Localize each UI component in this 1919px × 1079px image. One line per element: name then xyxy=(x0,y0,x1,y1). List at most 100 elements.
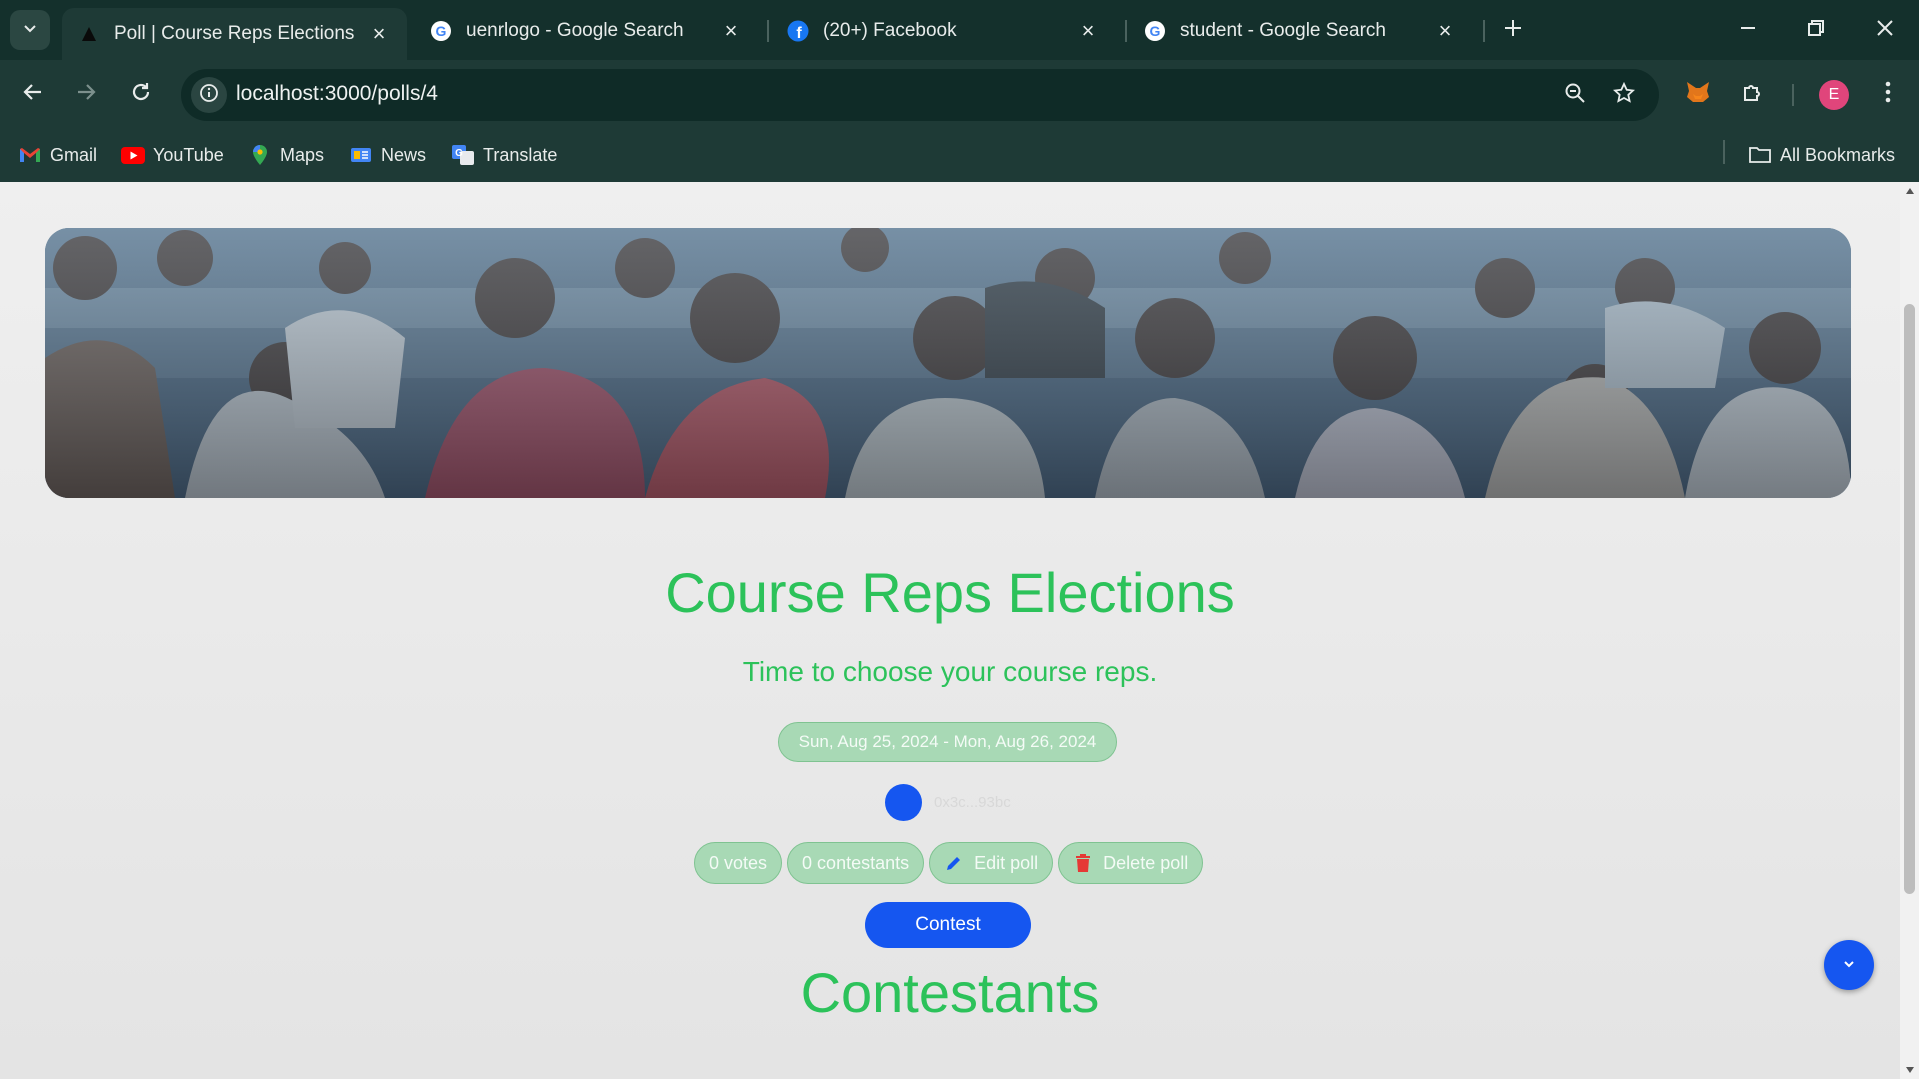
all-bookmarks-button[interactable]: All Bookmarks xyxy=(1748,140,1895,170)
pencil-icon xyxy=(944,853,964,873)
delete-poll-button[interactable]: Delete poll xyxy=(1058,842,1204,884)
toolbar-divider xyxy=(1792,84,1794,106)
browser-toolbar: localhost:3000/polls/4 E xyxy=(0,60,1919,128)
tab-student-search[interactable]: G student - Google Search × xyxy=(1128,8,1473,54)
youtube-icon xyxy=(121,145,145,165)
arrow-left-icon xyxy=(22,81,44,108)
tab-uenrlogo-search[interactable]: G uenrlogo - Google Search × xyxy=(414,8,759,54)
tab-title: Poll | Course Reps Elections xyxy=(114,23,355,44)
votes-badge: 0 votes xyxy=(694,842,783,884)
contestants-count: 0 contestants xyxy=(802,852,910,873)
forward-button[interactable] xyxy=(66,74,106,114)
contestants-badge: 0 contestants xyxy=(787,842,925,884)
bookmark-star-button[interactable] xyxy=(1608,79,1640,111)
tab-facebook[interactable]: f (20+) Facebook × xyxy=(771,8,1116,54)
site-info-button[interactable] xyxy=(191,77,227,113)
restore-icon xyxy=(1807,19,1825,42)
poll-banner-image xyxy=(45,228,1851,498)
tab-title: (20+) Facebook xyxy=(823,20,957,41)
page-scrollbar[interactable] xyxy=(1900,182,1919,1079)
owner-avatar xyxy=(885,784,922,821)
tab-strip: Poll | Course Reps Elections × G uenrlog… xyxy=(0,0,1919,60)
scroll-up-arrow-icon[interactable] xyxy=(1904,186,1915,196)
bookmark-label: Translate xyxy=(483,144,558,165)
bookmark-label: YouTube xyxy=(153,144,224,165)
trash-icon xyxy=(1073,853,1093,873)
all-bookmarks-label: All Bookmarks xyxy=(1780,144,1896,165)
scroll-down-button[interactable] xyxy=(1824,940,1874,990)
chevron-down-icon xyxy=(1842,956,1856,974)
back-button[interactable] xyxy=(13,74,53,114)
address-bar[interactable]: localhost:3000/polls/4 xyxy=(181,69,1659,121)
bookmark-youtube[interactable]: YouTube xyxy=(121,140,224,170)
close-icon[interactable]: × xyxy=(1076,18,1100,43)
browser-menu-button[interactable] xyxy=(1868,74,1908,114)
bookmark-label: Maps xyxy=(280,144,325,165)
reload-icon xyxy=(130,81,152,108)
metamask-fox-icon xyxy=(1685,80,1711,109)
close-window-button[interactable] xyxy=(1851,0,1919,60)
google-icon: G xyxy=(430,20,452,42)
extensions-button[interactable] xyxy=(1733,74,1773,114)
triangle-icon xyxy=(78,23,100,45)
votes-count: 0 votes xyxy=(709,852,768,873)
minimize-button[interactable] xyxy=(1714,0,1782,60)
bookmarks-separator xyxy=(1723,140,1725,164)
tab-search-button[interactable] xyxy=(10,10,50,50)
google-icon: G xyxy=(1144,20,1166,42)
reload-button[interactable] xyxy=(121,74,161,114)
crowd-photo-illustration xyxy=(45,228,1851,498)
plus-icon xyxy=(1503,18,1523,43)
poll-dates-badge: Sun, Aug 25, 2024 - Mon, Aug 26, 2024 xyxy=(778,722,1117,762)
bookmark-label: Gmail xyxy=(50,144,98,165)
poll-owner: 0x3c...93bc xyxy=(885,784,1011,821)
metamask-extension-button[interactable] xyxy=(1678,74,1718,114)
browser-chrome: Poll | Course Reps Elections × G uenrlog… xyxy=(0,0,1919,182)
tab-separator xyxy=(1125,20,1127,42)
folder-icon xyxy=(1748,145,1772,165)
zoom-button[interactable] xyxy=(1559,79,1591,111)
bookmark-translate[interactable]: G Translate xyxy=(451,140,557,170)
scroll-down-arrow-icon[interactable] xyxy=(1904,1065,1915,1075)
facebook-icon: f xyxy=(787,20,809,42)
minimize-icon xyxy=(1739,19,1757,42)
profile-avatar[interactable]: E xyxy=(1819,80,1849,110)
svg-text:G: G xyxy=(436,23,447,39)
poll-title: Course Reps Elections xyxy=(665,561,1235,624)
tab-separator xyxy=(767,20,769,42)
arrow-right-icon xyxy=(75,81,97,108)
poll-stats-row: 0 votes 0 contestants Edit poll Delete p… xyxy=(694,842,1208,884)
scrollbar-thumb[interactable] xyxy=(1904,304,1915,894)
bookmarks-bar: Gmail YouTube Maps News G Translate All … xyxy=(0,128,1919,182)
contestants-heading: Contestants xyxy=(800,961,1100,1024)
url-text[interactable]: localhost:3000/polls/4 xyxy=(236,82,438,106)
bookmark-news[interactable]: News xyxy=(349,140,426,170)
close-icon[interactable]: × xyxy=(367,21,391,46)
tab-poll[interactable]: Poll | Course Reps Elections × xyxy=(62,8,407,60)
svg-text:f: f xyxy=(796,25,802,42)
bookmark-label: News xyxy=(381,144,427,165)
svg-text:G: G xyxy=(1150,23,1161,39)
close-icon[interactable]: × xyxy=(1433,18,1457,43)
poll-page: Course Reps Elections Time to choose you… xyxy=(0,182,1900,1079)
puzzle-icon xyxy=(1741,80,1765,109)
news-icon xyxy=(349,145,373,165)
bookmark-maps[interactable]: Maps xyxy=(248,140,324,170)
restore-button[interactable] xyxy=(1782,0,1850,60)
svg-text:G: G xyxy=(455,148,463,159)
close-icon xyxy=(1876,19,1894,42)
bookmark-gmail[interactable]: Gmail xyxy=(18,140,97,170)
kebab-menu-icon xyxy=(1885,81,1891,108)
tab-separator xyxy=(1483,20,1485,42)
tab-title: student - Google Search xyxy=(1180,20,1386,41)
maps-icon xyxy=(248,145,272,165)
translate-icon: G xyxy=(451,145,475,165)
owner-address: 0x3c...93bc xyxy=(934,794,1011,811)
new-tab-button[interactable] xyxy=(1495,12,1531,48)
zoom-icon xyxy=(1564,82,1586,109)
gmail-icon xyxy=(18,145,42,165)
edit-poll-button[interactable]: Edit poll xyxy=(929,842,1054,884)
close-icon[interactable]: × xyxy=(719,18,743,43)
info-icon xyxy=(199,83,219,108)
contest-button[interactable]: Contest xyxy=(865,902,1031,948)
